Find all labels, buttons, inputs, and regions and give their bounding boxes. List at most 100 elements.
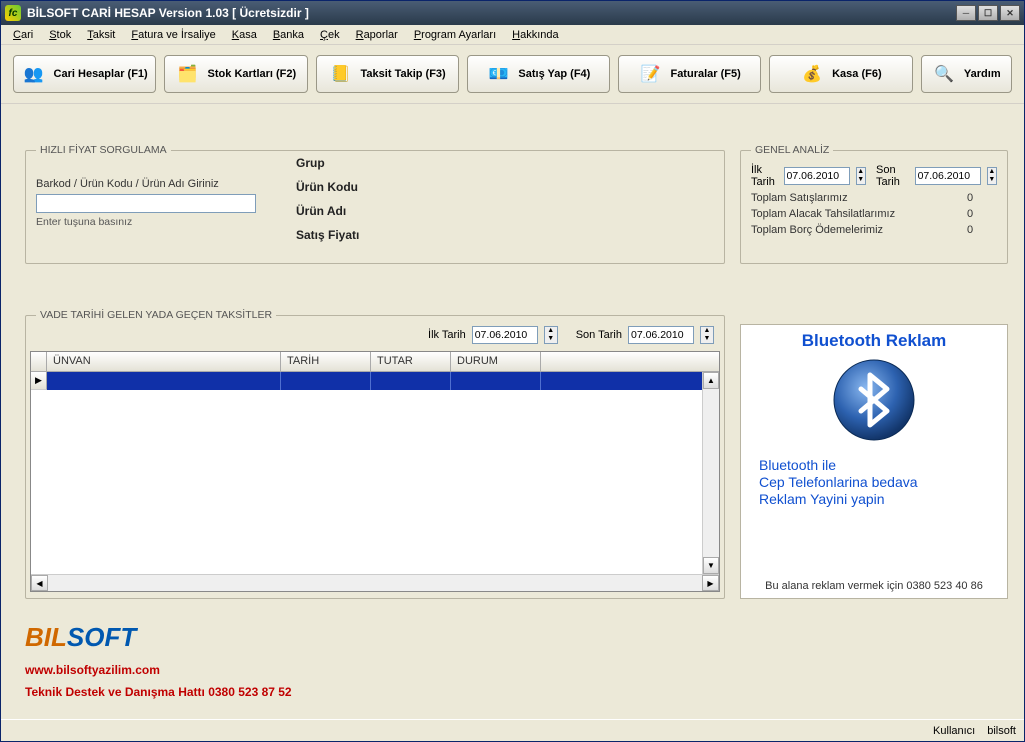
- btn-label: Cari Hesaplar (F1): [54, 68, 148, 80]
- statusbar: Kullanıcı bilsoft: [1, 719, 1024, 741]
- col-durum[interactable]: DURUM: [451, 352, 541, 371]
- input-genel-son-tarih[interactable]: [915, 167, 981, 185]
- status-user-value: bilsoft: [987, 725, 1016, 737]
- label-taksit-son: Son Tarih: [576, 329, 622, 341]
- value-toplam-alacak: 0: [967, 208, 997, 220]
- folder-icon: 📒: [329, 62, 353, 86]
- menu-fatura[interactable]: Fatura ve İrsaliye: [123, 27, 223, 43]
- label-satis-fiyati: Satış Fiyatı: [296, 228, 359, 242]
- label-enter-hint: Enter tuşuna basınız: [36, 216, 132, 228]
- scroll-up-icon[interactable]: ▲: [703, 372, 719, 389]
- input-taksit-son-tarih[interactable]: [628, 326, 694, 344]
- value-toplam-borc: 0: [967, 224, 997, 236]
- maximize-button[interactable]: ☐: [978, 5, 998, 21]
- grid-corner: [31, 352, 47, 371]
- bluetooth-icon: [831, 357, 917, 443]
- bilsoft-logo: BILSOFT: [25, 622, 292, 653]
- col-tarih[interactable]: TARİH: [281, 352, 371, 371]
- ad-body-text: Bluetooth ile Cep Telefonlarina bedava R…: [759, 457, 989, 508]
- btn-faturalar[interactable]: 📝 Faturalar (F5): [618, 55, 761, 93]
- menu-cek[interactable]: Çek: [312, 27, 348, 43]
- advertisement-panel: Bluetooth Reklam Bluetooth ile Cep Telef…: [740, 324, 1008, 599]
- label-toplam-satislar: Toplam Satışlarımız: [751, 192, 848, 204]
- minimize-button[interactable]: ─: [956, 5, 976, 21]
- menu-banka[interactable]: Banka: [265, 27, 312, 43]
- btn-satis-yap[interactable]: 💶 Satış Yap (F4): [467, 55, 610, 93]
- btn-label: Satış Yap (F4): [518, 68, 590, 80]
- menu-hakkinda[interactable]: Hakkında: [504, 27, 566, 43]
- ad-footer-text: Bu alana reklam vermek için 0380 523 40 …: [765, 580, 983, 592]
- label-toplam-alacak: Toplam Alacak Tahsilatlarımız: [751, 208, 895, 220]
- euro-icon: 💶: [486, 62, 510, 86]
- grid-body: ▶: [31, 372, 719, 591]
- status-user-label: Kullanıcı: [933, 725, 975, 737]
- menu-cari[interactable]: Cari: [5, 27, 41, 43]
- invoice-icon: 📝: [638, 62, 662, 86]
- grid-vscrollbar[interactable]: ▲ ▼: [702, 372, 719, 574]
- btn-cari-hesaplar[interactable]: 👥 Cari Hesaplar (F1): [13, 55, 156, 93]
- money-icon: 💰: [800, 62, 824, 86]
- legend-taksit: VADE TARİHİ GELEN YADA GEÇEN TAKSİTLER: [36, 309, 276, 321]
- card-icon: 🗂️: [176, 62, 200, 86]
- group-genel-analiz: GENEL ANALİZ İlk Tarih ▲▼ Son Tarih ▲▼ T…: [740, 144, 1008, 264]
- btn-label: Stok Kartları (F2): [208, 68, 297, 80]
- grid-hscrollbar[interactable]: ◀ ▶: [31, 574, 719, 591]
- menubar: Cari Stok Taksit Fatura ve İrsaliye Kasa…: [1, 25, 1024, 45]
- spinner-taksit-ilk[interactable]: ▲▼: [544, 326, 558, 344]
- scroll-left-icon[interactable]: ◀: [31, 575, 48, 591]
- group-taksitler: VADE TARİHİ GELEN YADA GEÇEN TAKSİTLER İ…: [25, 309, 725, 599]
- col-unvan[interactable]: ÜNVAN: [47, 352, 281, 371]
- app-icon: fc: [5, 5, 21, 21]
- website-link[interactable]: www.bilsoftyazilim.com: [25, 663, 292, 677]
- menu-raporlar[interactable]: Raporlar: [348, 27, 406, 43]
- legend-genel: GENEL ANALİZ: [751, 144, 833, 156]
- ad-title: Bluetooth Reklam: [802, 331, 947, 351]
- group-hizli-fiyat: HIZLI FİYAT SORGULAMA Barkod / Ürün Kodu…: [25, 144, 725, 264]
- help-icon: 🔍: [932, 62, 956, 86]
- grid-taksitler[interactable]: ÜNVAN TARİH TUTAR DURUM ▶ ▲: [30, 351, 720, 592]
- scroll-down-icon[interactable]: ▼: [703, 557, 719, 574]
- menu-stok[interactable]: Stok: [41, 27, 79, 43]
- close-button[interactable]: ✕: [1000, 5, 1020, 21]
- value-toplam-satislar: 0: [967, 192, 997, 204]
- content-area: HIZLI FİYAT SORGULAMA Barkod / Ürün Kodu…: [1, 104, 1024, 719]
- btn-label: Yardım: [964, 68, 1001, 80]
- window-title: BİLSOFT CARİ HESAP Version 1.03 [ Ücrets…: [27, 6, 954, 20]
- input-taksit-ilk-tarih[interactable]: [472, 326, 538, 344]
- label-ilk-tarih: İlk Tarih: [751, 164, 778, 188]
- toolbar: 👥 Cari Hesaplar (F1) 🗂️ Stok Kartları (F…: [1, 45, 1024, 104]
- spinner-genel-ilk[interactable]: ▲▼: [856, 167, 866, 185]
- label-son-tarih: Son Tarih: [876, 164, 909, 188]
- app-window: fc BİLSOFT CARİ HESAP Version 1.03 [ Ücr…: [0, 0, 1025, 742]
- menu-taksit[interactable]: Taksit: [79, 27, 123, 43]
- btn-label: Kasa (F6): [832, 68, 882, 80]
- spinner-taksit-son[interactable]: ▲▼: [700, 326, 714, 344]
- grid-row-selected[interactable]: ▶: [31, 372, 719, 390]
- support-line: Teknik Destek ve Danışma Hattı 0380 523 …: [25, 685, 292, 699]
- label-urun-adi: Ürün Adı: [296, 204, 346, 218]
- input-genel-ilk-tarih[interactable]: [784, 167, 850, 185]
- btn-kasa[interactable]: 💰 Kasa (F6): [769, 55, 912, 93]
- btn-stok-kartlari[interactable]: 🗂️ Stok Kartları (F2): [164, 55, 307, 93]
- menu-program[interactable]: Program Ayarları: [406, 27, 504, 43]
- label-toplam-borc: Toplam Borç Ödemelerimiz: [751, 224, 883, 236]
- btn-label: Faturalar (F5): [670, 68, 740, 80]
- spinner-genel-son[interactable]: ▲▼: [987, 167, 997, 185]
- footer-logo-block: BILSOFT www.bilsoftyazilim.com Teknik De…: [25, 622, 292, 699]
- row-indicator-icon: ▶: [31, 372, 47, 390]
- grid-header: ÜNVAN TARİH TUTAR DURUM: [31, 352, 719, 372]
- label-barkod: Barkod / Ürün Kodu / Ürün Adı Giriniz: [36, 178, 219, 190]
- btn-yardim[interactable]: 🔍 Yardım: [921, 55, 1013, 93]
- scroll-right-icon[interactable]: ▶: [702, 575, 719, 591]
- col-tutar[interactable]: TUTAR: [371, 352, 451, 371]
- people-icon: 👥: [22, 62, 46, 86]
- label-taksit-ilk: İlk Tarih: [428, 329, 466, 341]
- btn-taksit-takip[interactable]: 📒 Taksit Takip (F3): [316, 55, 459, 93]
- legend-hizli: HIZLI FİYAT SORGULAMA: [36, 144, 171, 156]
- label-grup: Grup: [296, 156, 325, 170]
- input-barkod[interactable]: [36, 194, 256, 213]
- menu-kasa[interactable]: Kasa: [224, 27, 265, 43]
- btn-label: Taksit Takip (F3): [361, 68, 446, 80]
- label-urun-kodu: Ürün Kodu: [296, 180, 358, 194]
- titlebar: fc BİLSOFT CARİ HESAP Version 1.03 [ Ücr…: [1, 1, 1024, 25]
